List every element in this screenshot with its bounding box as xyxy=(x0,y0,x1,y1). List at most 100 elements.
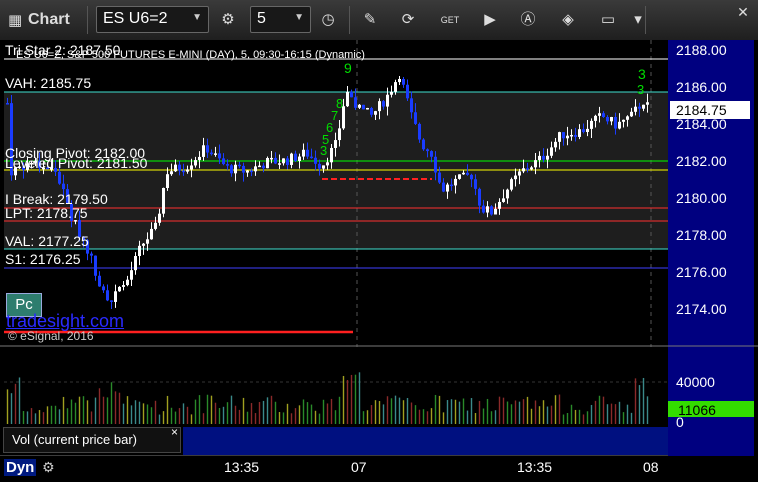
candle-body xyxy=(122,285,125,287)
setup-number: 9 xyxy=(344,60,352,76)
candle-body xyxy=(258,165,261,168)
volume-lower-band xyxy=(183,427,668,455)
candle-body xyxy=(398,78,401,83)
candle-body xyxy=(562,132,565,139)
candle-body xyxy=(182,170,185,173)
candle-body xyxy=(282,158,285,164)
candle-body xyxy=(382,101,385,107)
volume-study-caption[interactable]: Vol (current price bar) xyxy=(3,427,181,453)
time-label: 08 xyxy=(643,459,659,475)
price-chart[interactable] xyxy=(0,40,758,482)
candle-body xyxy=(494,208,497,215)
candle-body xyxy=(358,104,361,108)
candle-body xyxy=(334,140,337,148)
title-bar: ▦ Chart ES U6=2 ▼ ⚙ 5 ▼ ◷ ✎ ⟳ GET ▶ Ⓐ ◈ … xyxy=(0,0,758,41)
candle-body xyxy=(250,170,253,173)
volume-caption-text: Vol (current price bar) xyxy=(12,432,137,447)
toolbar-separator xyxy=(349,6,350,34)
setup-number: 3 xyxy=(637,82,645,97)
price-tick: 2188.00 xyxy=(676,42,727,58)
candle-body xyxy=(270,157,273,160)
candle-body xyxy=(462,172,465,175)
chart-header: ES U6=Z, S&P 500 FUTURES E-MINI (DAY), 5… xyxy=(16,49,365,61)
level-lpt: LPT: 2178.75 xyxy=(5,205,88,221)
comment-icon[interactable]: ▭ xyxy=(598,10,618,30)
candle-body xyxy=(590,120,593,129)
candle-body xyxy=(630,111,633,117)
candle-body xyxy=(478,188,481,206)
interval-value: 5 xyxy=(257,10,266,27)
candle-body xyxy=(106,290,109,301)
candle-body xyxy=(230,165,233,174)
candle-body xyxy=(426,149,429,152)
footer-gear-icon[interactable]: ⚙ xyxy=(42,459,55,476)
alert-icon[interactable]: Ⓐ xyxy=(518,10,538,30)
pencil-icon[interactable]: ✎ xyxy=(360,10,380,30)
candle-body xyxy=(550,147,553,156)
candle-body xyxy=(506,189,509,199)
volume-current-value: 11066 xyxy=(678,402,716,418)
dynamic-label[interactable]: Dyn xyxy=(4,459,37,476)
candle-body xyxy=(638,106,641,109)
candle-body xyxy=(330,147,333,163)
candle-body xyxy=(302,149,305,157)
candle-body xyxy=(586,128,589,133)
candle-body xyxy=(366,107,369,110)
candle-body xyxy=(498,201,501,209)
toolbar-separator xyxy=(645,6,646,34)
candle-body xyxy=(338,128,341,141)
price-tick: 2180.00 xyxy=(676,190,727,206)
candle-body xyxy=(6,103,9,105)
interval-combo[interactable]: 5 ▼ xyxy=(250,6,311,33)
candle-body xyxy=(526,168,529,170)
candle-body xyxy=(150,228,153,240)
symbol-combo[interactable]: ES U6=2 ▼ xyxy=(96,6,209,33)
candle-body xyxy=(490,206,493,215)
candle-body xyxy=(198,156,201,161)
play-icon[interactable]: ▶ xyxy=(480,10,500,30)
gear-icon[interactable]: ⚙ xyxy=(218,10,238,30)
candle-body xyxy=(410,98,413,113)
candle-body xyxy=(234,164,237,174)
footer-bar: Dyn ⚙ 13:35 07 13:35 08 xyxy=(0,456,758,482)
chevron-down-icon[interactable]: ▼ xyxy=(192,12,202,23)
candle-body xyxy=(378,101,381,112)
link-icon[interactable]: ◈ xyxy=(558,10,578,30)
toolbar-separator xyxy=(87,6,88,34)
candle-body xyxy=(486,206,489,213)
candle-body xyxy=(154,222,157,229)
clock-icon[interactable]: ◷ xyxy=(318,10,338,30)
candle-body xyxy=(598,113,601,116)
time-label: 13:35 xyxy=(224,459,260,475)
close-icon[interactable]: ✕ xyxy=(733,2,753,22)
candle-body xyxy=(110,300,113,302)
candle-body xyxy=(422,139,425,150)
candle-body xyxy=(530,167,533,170)
candle-body xyxy=(534,160,537,168)
candle-body xyxy=(370,107,373,115)
candle-body xyxy=(170,171,173,175)
candle-body xyxy=(158,213,161,223)
candle-body xyxy=(414,112,417,124)
candle-body xyxy=(442,182,445,192)
get-quote-icon[interactable]: GET xyxy=(440,10,460,30)
candle-body xyxy=(402,78,405,85)
volume-tick: 40000 xyxy=(676,374,715,390)
candle-body xyxy=(570,134,573,137)
candle-body xyxy=(174,164,177,172)
level-val: VAL: 2177.25 xyxy=(5,233,89,249)
candle-body xyxy=(602,113,605,117)
candle-body xyxy=(394,82,397,92)
candle-body xyxy=(386,94,389,107)
candle-body xyxy=(510,179,513,190)
candle-body xyxy=(574,134,577,137)
candle-body xyxy=(278,163,281,165)
time-label: 13:35 xyxy=(517,459,553,475)
candle-body xyxy=(126,279,129,286)
chevron-down-icon[interactable]: ▼ xyxy=(294,12,304,23)
refresh-icon[interactable]: ⟳ xyxy=(398,10,418,30)
close-icon[interactable]: × xyxy=(171,425,178,439)
candle-body xyxy=(178,164,181,171)
level-vah: VAH: 2185.75 xyxy=(5,75,92,91)
candle-body xyxy=(406,84,409,99)
